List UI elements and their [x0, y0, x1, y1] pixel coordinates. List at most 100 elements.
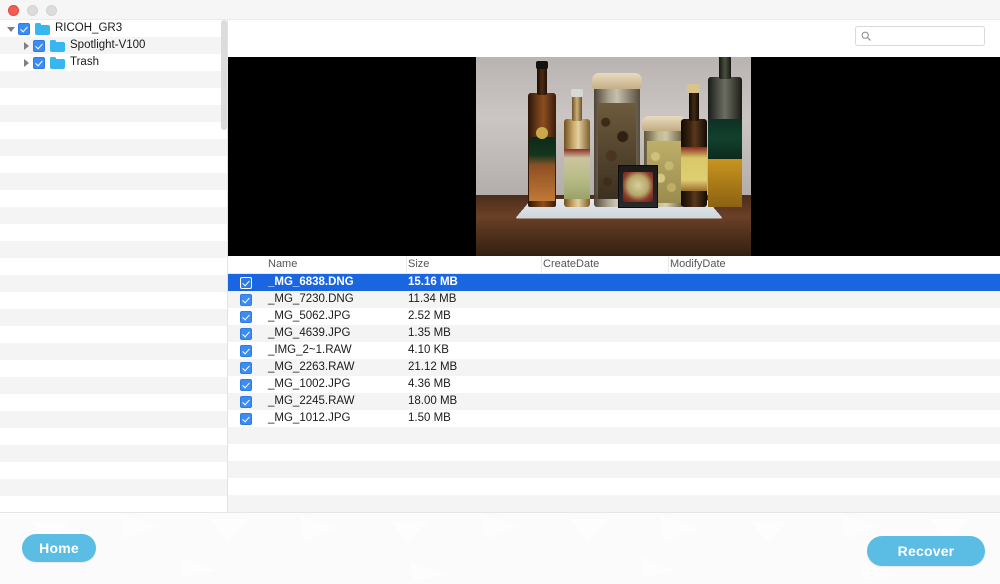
close-button[interactable] — [8, 5, 19, 16]
tree-item-ricoh-gr3[interactable]: RICOH_GR3 — [0, 20, 228, 37]
chevron-right-icon[interactable] — [21, 58, 31, 68]
cell-name: _MG_2245.RAW — [268, 395, 355, 407]
app-window: RICOH_GR3 Spotlight-V100 Trash Name Size… — [0, 0, 1000, 584]
main-pane: Name Size CreateDate ModifyDate _MG_6838.DN… — [228, 20, 1000, 512]
tree-checkbox[interactable] — [33, 56, 45, 69]
photo-bottle-amaretto — [528, 61, 556, 207]
tree-item-spotlight-v100[interactable]: Spotlight-V100 — [0, 37, 228, 54]
search-input[interactable] — [875, 28, 975, 44]
table-row[interactable]: _MG_1012.JPG 1.50 MB — [228, 410, 1000, 427]
sidebar-row — [0, 258, 228, 275]
tree-checkbox[interactable] — [18, 22, 30, 35]
title-bar — [0, 0, 1000, 20]
cell-name: _MG_1012.JPG — [268, 412, 351, 424]
column-header-modifydate[interactable]: ModifyDate — [670, 258, 726, 270]
sidebar-row — [0, 343, 228, 360]
tree-checkbox[interactable] — [33, 39, 45, 52]
cell-name: _MG_1002.JPG — [268, 378, 351, 390]
sidebar-row — [0, 428, 228, 445]
column-separator[interactable] — [406, 256, 407, 274]
photo-bottle-oil — [564, 89, 590, 207]
row-checkbox[interactable] — [240, 276, 252, 289]
tree-item-label: Spotlight-V100 — [70, 39, 146, 51]
folder-tree: RICOH_GR3 Spotlight-V100 Trash — [0, 20, 228, 71]
table-row[interactable]: _MG_2245.RAW 18.00 MB — [228, 393, 1000, 410]
table-row-empty — [228, 478, 1000, 495]
column-separator[interactable] — [668, 256, 669, 274]
cell-size: 4.10 KB — [408, 344, 449, 356]
table-row-empty — [228, 427, 1000, 444]
sidebar-row — [0, 479, 228, 496]
file-list: Name Size CreateDate ModifyDate _MG_6838.DN… — [228, 256, 1000, 512]
row-checkbox[interactable] — [240, 412, 252, 425]
sidebar-row — [0, 292, 228, 309]
column-header-name[interactable]: Name — [268, 258, 297, 270]
sidebar-stripes — [0, 20, 228, 512]
table-row[interactable]: _MG_4639.JPG 1.35 MB — [228, 325, 1000, 342]
table-row[interactable]: _MG_5062.JPG 2.52 MB — [228, 308, 1000, 325]
cell-size: 21.12 MB — [408, 361, 458, 373]
row-checkbox[interactable] — [240, 344, 252, 357]
cell-name: _MG_5062.JPG — [268, 310, 351, 322]
sidebar-row — [0, 326, 228, 343]
table-row-empty — [228, 461, 1000, 478]
row-checkbox[interactable] — [240, 395, 252, 408]
window-controls — [8, 5, 57, 16]
tree-item-trash[interactable]: Trash — [0, 54, 228, 71]
home-button[interactable]: Home — [22, 534, 96, 562]
cell-name: _MG_2263.RAW — [268, 361, 355, 373]
footer-pattern — [30, 513, 968, 581]
sidebar-row — [0, 377, 228, 394]
row-checkbox[interactable] — [240, 293, 252, 306]
row-checkbox[interactable] — [240, 378, 252, 391]
search-box[interactable] — [855, 26, 985, 46]
sidebar-row — [0, 173, 228, 190]
cell-size: 1.35 MB — [408, 327, 451, 339]
search-icon — [861, 31, 871, 41]
row-checkbox[interactable] — [240, 361, 252, 374]
minimize-button[interactable] — [27, 5, 38, 16]
cell-name: _MG_7230.DNG — [268, 293, 354, 305]
chevron-right-icon[interactable] — [21, 41, 31, 51]
sidebar-row — [0, 139, 228, 156]
sidebar-row — [0, 71, 228, 88]
column-separator[interactable] — [541, 256, 542, 274]
sidebar-row — [0, 241, 228, 258]
sidebar-row — [0, 122, 228, 139]
folder-icon — [50, 56, 65, 69]
sidebar-row — [0, 156, 228, 173]
toolbar — [228, 20, 1000, 57]
sidebar-row — [0, 394, 228, 411]
table-row[interactable]: _MG_7230.DNG 11.34 MB — [228, 291, 1000, 308]
cell-size: 2.52 MB — [408, 310, 451, 322]
file-list-rows: _MG_6838.DNG 15.16 MB _MG_7230.DNG 11.34 MB… — [228, 274, 1000, 512]
table-row[interactable]: _IMG_2~1.RAW 4.10 KB — [228, 342, 1000, 359]
column-header-size[interactable]: Size — [408, 258, 429, 270]
column-header-createdate[interactable]: CreateDate — [543, 258, 599, 270]
preview-image — [476, 57, 751, 256]
chevron-down-icon[interactable] — [6, 24, 16, 34]
table-row[interactable]: _MG_1002.JPG 4.36 MB — [228, 376, 1000, 393]
maximize-button[interactable] — [46, 5, 57, 16]
cell-size: 11.34 MB — [408, 293, 457, 305]
photo-bottle-dark — [681, 84, 707, 207]
sidebar-row — [0, 207, 228, 224]
cell-size: 18.00 MB — [408, 395, 458, 407]
table-row[interactable]: _MG_2263.RAW 21.12 MB — [228, 359, 1000, 376]
table-row[interactable]: _MG_6838.DNG 15.16 MB — [228, 274, 1000, 291]
sidebar: RICOH_GR3 Spotlight-V100 Trash — [0, 20, 228, 512]
cell-name: _MG_4639.JPG — [268, 327, 351, 339]
row-checkbox[interactable] — [240, 327, 252, 340]
cell-size: 4.36 MB — [408, 378, 451, 390]
sidebar-row — [0, 411, 228, 428]
sidebar-row — [0, 462, 228, 479]
cell-name: _MG_6838.DNG — [268, 276, 354, 288]
folder-icon — [35, 22, 50, 35]
table-row-empty — [228, 495, 1000, 512]
tree-item-label: RICOH_GR3 — [55, 22, 123, 34]
row-checkbox[interactable] — [240, 310, 252, 323]
tree-item-label: Trash — [70, 56, 99, 68]
footer-bar: Home Recover — [0, 512, 1000, 584]
sidebar-row — [0, 360, 228, 377]
recover-button[interactable]: Recover — [867, 536, 985, 566]
